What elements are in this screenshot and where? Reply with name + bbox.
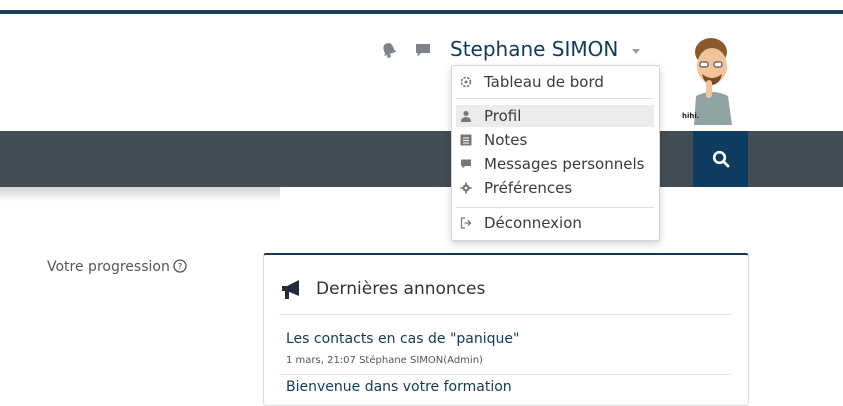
menu-item-logout[interactable]: Déconnexion	[456, 212, 654, 234]
user-menu-toggle[interactable]: Stephane SIMON	[450, 37, 618, 61]
menu-item-profile[interactable]: Profil	[456, 105, 654, 127]
menu-item-label: Tableau de bord	[484, 73, 604, 91]
search-button[interactable]	[693, 131, 748, 187]
menu-item-label: Préférences	[484, 179, 573, 197]
menu-item-preferences[interactable]: Préférences	[456, 177, 654, 199]
avatar[interactable]: hihi.	[676, 30, 746, 125]
menu-divider	[456, 98, 654, 99]
dashboard-icon	[460, 76, 472, 88]
menu-item-messages[interactable]: Messages personnels	[456, 153, 654, 175]
item-divider	[279, 374, 731, 375]
progress-label-text: Votre progression	[47, 259, 170, 275]
announcement-link[interactable]: Bienvenue dans votre formation	[286, 379, 512, 395]
navbar-shadow	[0, 187, 280, 201]
menu-item-label: Notes	[484, 131, 528, 149]
menu-divider	[456, 207, 654, 208]
menu-item-label: Messages personnels	[484, 155, 645, 173]
svg-text:?: ?	[177, 263, 182, 273]
menu-item-notes[interactable]: Notes	[456, 129, 654, 151]
avatar-caption: hihi.	[682, 112, 700, 120]
grades-icon	[460, 134, 472, 146]
block-divider	[279, 314, 731, 315]
help-icon[interactable]: ?	[173, 259, 187, 273]
menu-item-label: Profil	[484, 107, 522, 125]
logout-icon	[460, 217, 472, 229]
top-accent-bar	[0, 10, 843, 14]
block-title: Dernières annonces	[316, 279, 486, 299]
user-dropdown-menu: Tableau de bord Profil Notes Messages pe…	[451, 65, 660, 241]
message-icon	[461, 159, 471, 169]
announcement-meta: 1 mars, 21:07 Stéphane SIMON(Admin)	[286, 355, 483, 366]
announcement-link[interactable]: Les contacts en cas de "panique"	[286, 331, 519, 347]
progress-label: Votre progression ?	[47, 259, 187, 275]
search-icon	[712, 150, 729, 168]
menu-item-label: Déconnexion	[484, 214, 582, 232]
gear-icon	[460, 182, 472, 194]
bell-icon[interactable]	[380, 41, 398, 59]
user-icon	[461, 111, 471, 122]
chevron-down-icon[interactable]	[632, 49, 640, 54]
message-icon[interactable]	[414, 41, 432, 59]
megaphone-icon	[282, 280, 299, 299]
menu-item-dashboard[interactable]: Tableau de bord	[456, 71, 654, 93]
